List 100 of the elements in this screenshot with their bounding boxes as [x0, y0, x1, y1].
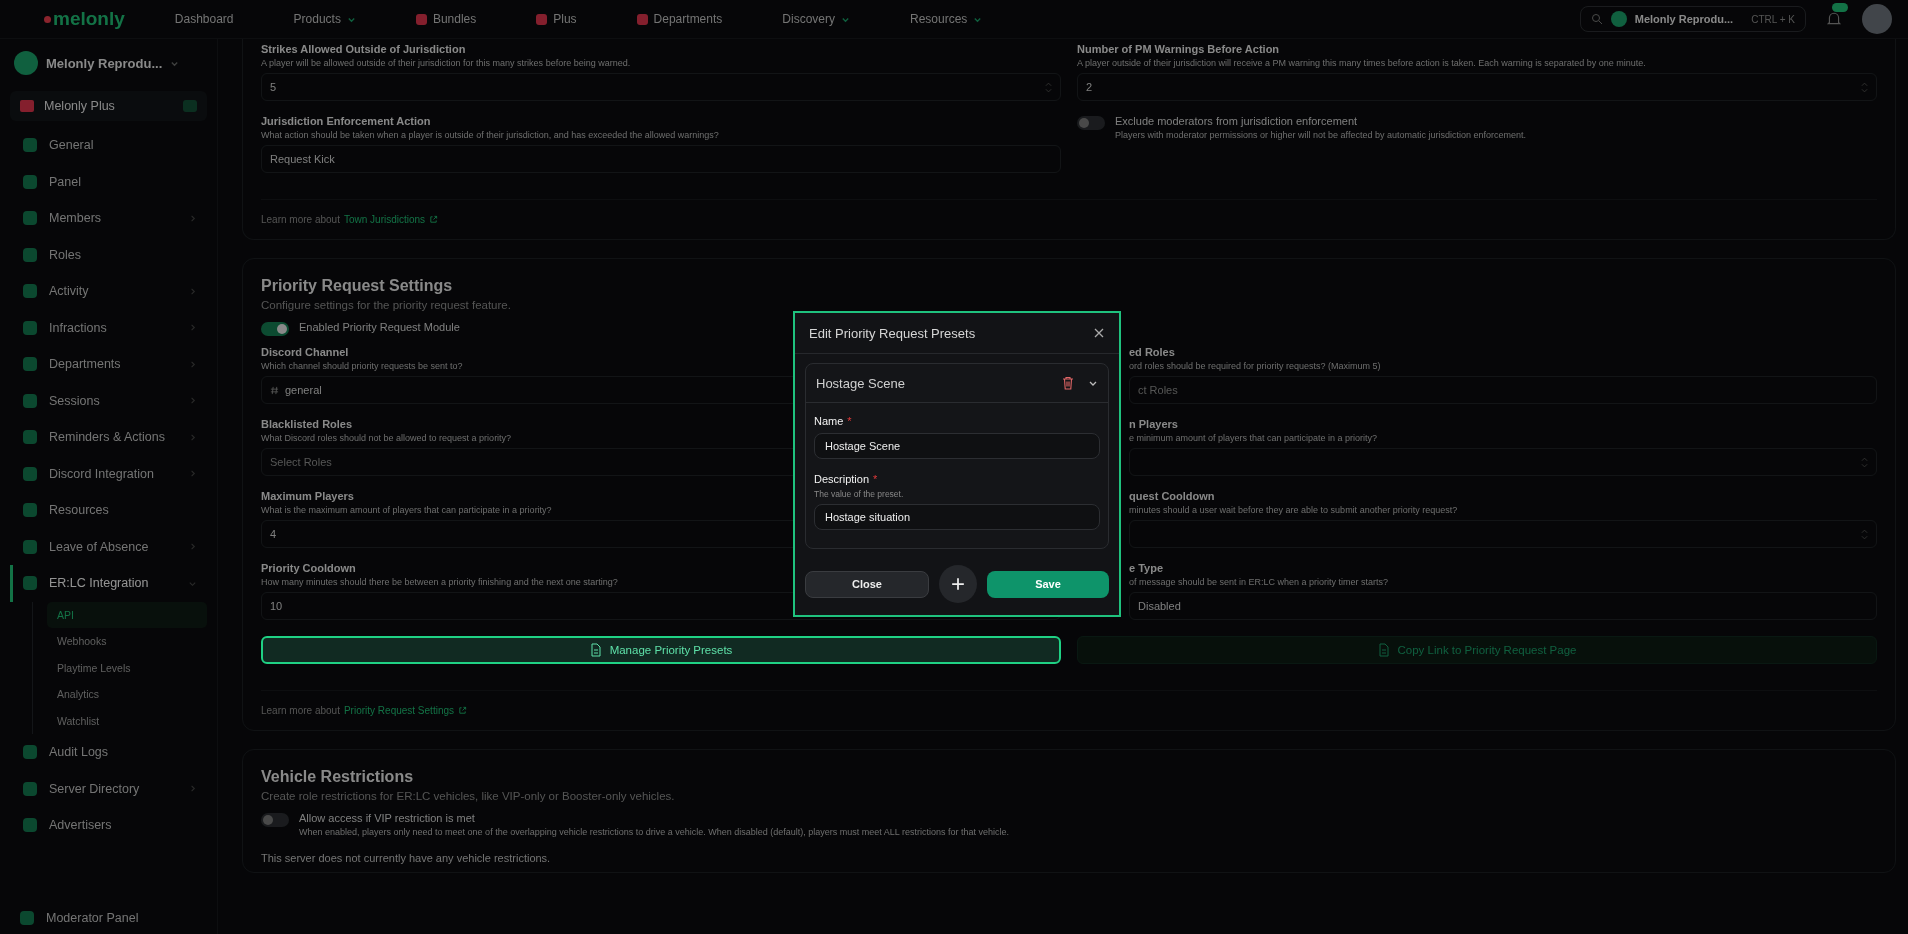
sidebar-subitem[interactable]: API: [47, 601, 207, 628]
sidebar-label: Roles: [49, 247, 81, 262]
item-icon: [23, 430, 37, 445]
toggle-switch[interactable]: [261, 322, 289, 336]
select-field[interactable]: Request Kick: [261, 145, 1061, 173]
chevron-right-icon: [188, 784, 197, 794]
field-label: ed Roles: [1129, 346, 1175, 358]
sidebar-label: Advertisers: [49, 818, 112, 833]
sidebar-item[interactable]: Moderator Panel: [10, 903, 149, 933]
item-icon: [20, 911, 34, 925]
sidebar-subitem[interactable]: Analytics: [47, 681, 207, 708]
stepper-icon: [1861, 528, 1868, 540]
sidebar-label: Infractions: [49, 320, 107, 335]
sidebar-label: Discord Integration: [49, 466, 154, 481]
save-button[interactable]: Save: [987, 570, 1109, 598]
sidebar-item[interactable]: Audit Logs: [10, 734, 207, 771]
docs-link[interactable]: Priority Request Settings: [343, 705, 454, 716]
sidebar-subitem[interactable]: Watchlist: [47, 707, 207, 734]
nav-link[interactable]: Departments: [636, 12, 723, 26]
nav-icon: [636, 13, 648, 25]
field-label: quest Cooldown: [1129, 490, 1215, 502]
sidebar-item[interactable]: Server Directory: [10, 770, 207, 807]
sidebar-item[interactable]: Roles: [10, 236, 207, 273]
select-field[interactable]: Disabled: [1129, 592, 1877, 620]
field-description: minutes should a user wait before they are able to submit another priority request?: [1129, 505, 1458, 515]
item-icon: [23, 781, 37, 796]
section-subtitle: Create role restrictions for ER:LC vehicles, like VIP-only or Booster-only vehicles.: [261, 790, 675, 802]
sidebar-item[interactable]: Activity: [10, 273, 207, 310]
action-button[interactable]: Copy Link to Priority Request Page: [1077, 636, 1877, 664]
toggle-description: When enabled, players only need to meet one of the overlapping vehicle restrictions to drive a vehicle. When disabled (default), players must meet ALL restrictions for that vehicle.: [299, 827, 1010, 837]
sidebar-item[interactable]: Panel: [10, 163, 207, 200]
number-field[interactable]: [1129, 448, 1877, 476]
item-icon: [23, 211, 37, 226]
notification-badge: [1832, 3, 1848, 12]
sidebar-item[interactable]: Infractions: [10, 309, 207, 346]
footer-text: Learn more about: [261, 214, 340, 225]
nav-link[interactable]: Bundles: [415, 12, 477, 26]
number-field[interactable]: 5: [261, 73, 1061, 101]
field-label: Maximum Players: [261, 490, 354, 502]
roles-select[interactable]: ct Roles: [1129, 376, 1877, 404]
text-field[interactable]: Hostage situation: [814, 504, 1100, 530]
nav-link[interactable]: Products: [293, 12, 356, 26]
text-field[interactable]: Hostage Scene: [814, 433, 1100, 459]
nav-link[interactable]: Discovery: [782, 12, 850, 26]
sidebar-item[interactable]: Sessions: [10, 382, 207, 419]
nav-link[interactable]: Dashboard: [174, 12, 234, 26]
field-description: What Discord roles should not be allowed to request a priority?: [261, 433, 512, 443]
trash-icon[interactable]: [1062, 376, 1074, 390]
chevron-right-icon: [188, 323, 197, 333]
item-icon: [20, 100, 34, 112]
number-field[interactable]: 2: [1077, 73, 1877, 101]
chevron-right-icon: [188, 542, 197, 552]
item-icon: [23, 284, 37, 299]
sidebar-label: Departments: [49, 357, 121, 372]
sidebar-label: Resources: [49, 503, 109, 518]
user-avatar[interactable]: [1862, 4, 1892, 34]
sidebar-item[interactable]: Leave of Absence: [10, 528, 207, 565]
sidebar-item[interactable]: Resources: [10, 492, 207, 529]
field-label: Description: [814, 473, 870, 485]
add-button[interactable]: [939, 565, 977, 603]
sidebar-item[interactable]: Advertisers: [10, 807, 207, 844]
number-field[interactable]: [1129, 520, 1877, 548]
logo[interactable]: melonly: [44, 8, 125, 30]
plus-item[interactable]: Melonly Plus: [10, 91, 207, 121]
item-icon: [23, 576, 37, 591]
sidebar-subitem[interactable]: Playtime Levels: [47, 654, 207, 681]
field-label: e Type: [1129, 562, 1164, 574]
search-field[interactable]: Melonly Reprodu... CTRL + K: [1579, 6, 1806, 32]
close-button[interactable]: Close: [805, 570, 929, 598]
sidebar-item[interactable]: Departments: [10, 346, 207, 383]
toggle-switch[interactable]: [261, 813, 289, 827]
hash-icon: [270, 385, 279, 395]
close-icon[interactable]: [1093, 327, 1105, 339]
nav-link[interactable]: Plus: [536, 12, 577, 26]
field-description: Which channel should priority requests be sent to?: [261, 361, 463, 371]
sidebar-subitem[interactable]: Webhooks: [47, 628, 207, 655]
toggle-switch[interactable]: [1077, 116, 1105, 130]
chevron-right-icon: [188, 359, 197, 369]
bell-icon[interactable]: [1826, 11, 1842, 27]
item-icon: [23, 466, 37, 481]
server-name: Melonly Reprodu...: [1634, 13, 1734, 25]
field-label: Priority Cooldown: [261, 562, 356, 574]
docs-link[interactable]: Town Jurisdictions: [343, 214, 426, 225]
sidebar-item[interactable]: Members: [10, 200, 207, 237]
item-icon: [23, 745, 37, 760]
server-selector[interactable]: Melonly Reprodu...: [10, 47, 207, 79]
toggle-label: Exclude moderators from jurisdiction enforcement: [1115, 115, 1358, 127]
field-label: n Players: [1129, 418, 1178, 430]
chevron-right-icon: [188, 286, 197, 296]
nav-icon: [415, 13, 427, 25]
sidebar-item[interactable]: Discord Integration: [10, 455, 207, 492]
sidebar-item[interactable]: General: [10, 127, 207, 164]
action-button[interactable]: Manage Priority Presets: [261, 636, 1061, 664]
nav-link[interactable]: Resources: [910, 12, 983, 26]
field-description: How many minutes should there be between a priority finishing and the next one starting?: [261, 577, 618, 587]
field-description: ord roles should be required for priority requests? (Maximum 5): [1129, 361, 1381, 371]
stepper-icon: [1045, 81, 1052, 93]
toggle-label: Allow access if VIP restriction is met: [299, 812, 475, 824]
item-icon: [23, 320, 37, 335]
sidebar-item[interactable]: Reminders & Actions: [10, 419, 207, 456]
